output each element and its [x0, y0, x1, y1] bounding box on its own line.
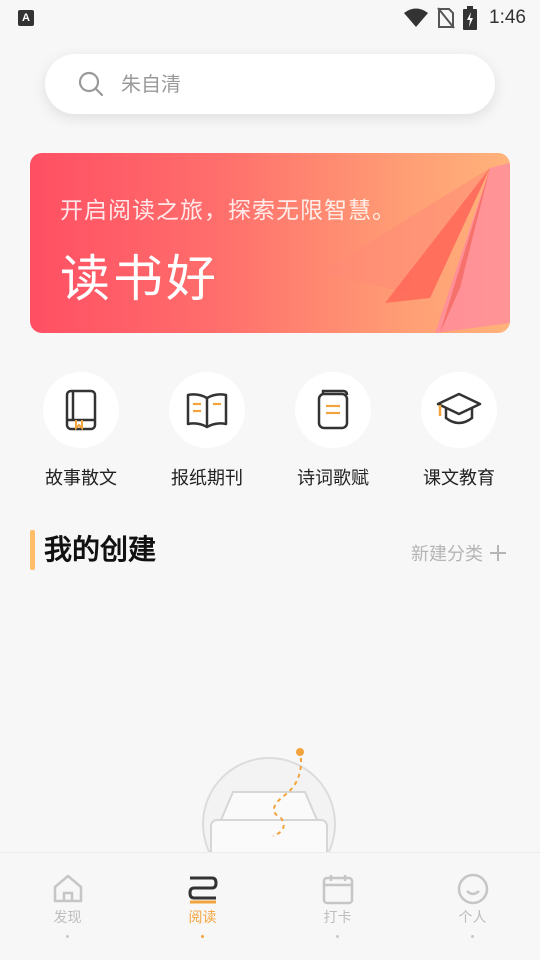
clock: 1:46 — [489, 7, 526, 28]
banner-subtitle: 开启阅读之旅，探索无限智慧。 — [60, 198, 396, 224]
nav-profile[interactable]: 个人 — [405, 853, 540, 960]
empty-state-illustration — [202, 748, 336, 860]
calendar-icon — [322, 875, 353, 905]
category-grid: 故事散文 报纸期刊 诗词歌赋 课文教育 — [0, 372, 540, 492]
notebook-icon — [317, 389, 349, 430]
nav-label: 个人 — [458, 910, 487, 926]
section-accent-bar — [30, 530, 35, 570]
category-icon-circle — [169, 372, 245, 448]
new-category-button[interactable]: 新建分类 — [411, 540, 507, 566]
search-input[interactable] — [121, 72, 421, 96]
nav-label: 发现 — [53, 910, 82, 926]
nav-label: 打卡 — [323, 910, 352, 926]
nav-dot — [336, 935, 339, 938]
category-icon-circle — [295, 372, 371, 448]
wifi-icon — [404, 8, 429, 27]
section-title: 我的创建 — [44, 533, 157, 566]
category-stories[interactable]: 故事散文 — [26, 372, 136, 490]
smiley-icon — [457, 873, 488, 905]
paper-plane-illustration — [320, 163, 510, 333]
status-bar: A 1:46 — [0, 0, 540, 36]
banner-title: 读书好 — [60, 250, 219, 308]
category-newspapers[interactable]: 报纸期刊 — [152, 372, 262, 490]
nav-reading[interactable]: 阅读 — [135, 853, 270, 960]
battery-icon — [463, 6, 478, 30]
nav-checkin[interactable]: 打卡 — [270, 853, 405, 960]
category-label: 故事散文 — [45, 468, 117, 489]
category-education[interactable]: 课文教育 — [404, 372, 514, 490]
home-icon — [53, 874, 82, 903]
app-notification-icon: A — [18, 10, 34, 26]
nav-dot — [66, 935, 69, 938]
open-book-icon — [186, 393, 228, 429]
new-category-label: 新建分类 — [411, 544, 483, 565]
category-icon-circle — [43, 372, 119, 448]
reading-icon — [187, 876, 218, 904]
plus-icon — [490, 545, 506, 561]
category-label: 课文教育 — [423, 468, 495, 489]
category-label: 诗词歌赋 — [297, 468, 369, 489]
nav-dot — [471, 935, 474, 938]
nav-label: 阅读 — [188, 910, 217, 926]
nav-dot — [201, 935, 204, 938]
bottom-navigation: 发现 阅读 打卡 个人 — [0, 852, 540, 960]
category-icon-circle — [421, 372, 497, 448]
search-icon — [78, 71, 104, 97]
graduation-cap-icon — [436, 392, 482, 425]
book-icon — [65, 389, 97, 431]
no-sim-icon — [437, 7, 455, 29]
promo-banner[interactable]: 开启阅读之旅，探索无限智慧。 读书好 — [30, 153, 510, 333]
category-poetry[interactable]: 诗词歌赋 — [278, 372, 388, 490]
category-label: 报纸期刊 — [171, 468, 243, 489]
search-bar[interactable] — [45, 54, 495, 114]
nav-discover[interactable]: 发现 — [0, 853, 135, 960]
